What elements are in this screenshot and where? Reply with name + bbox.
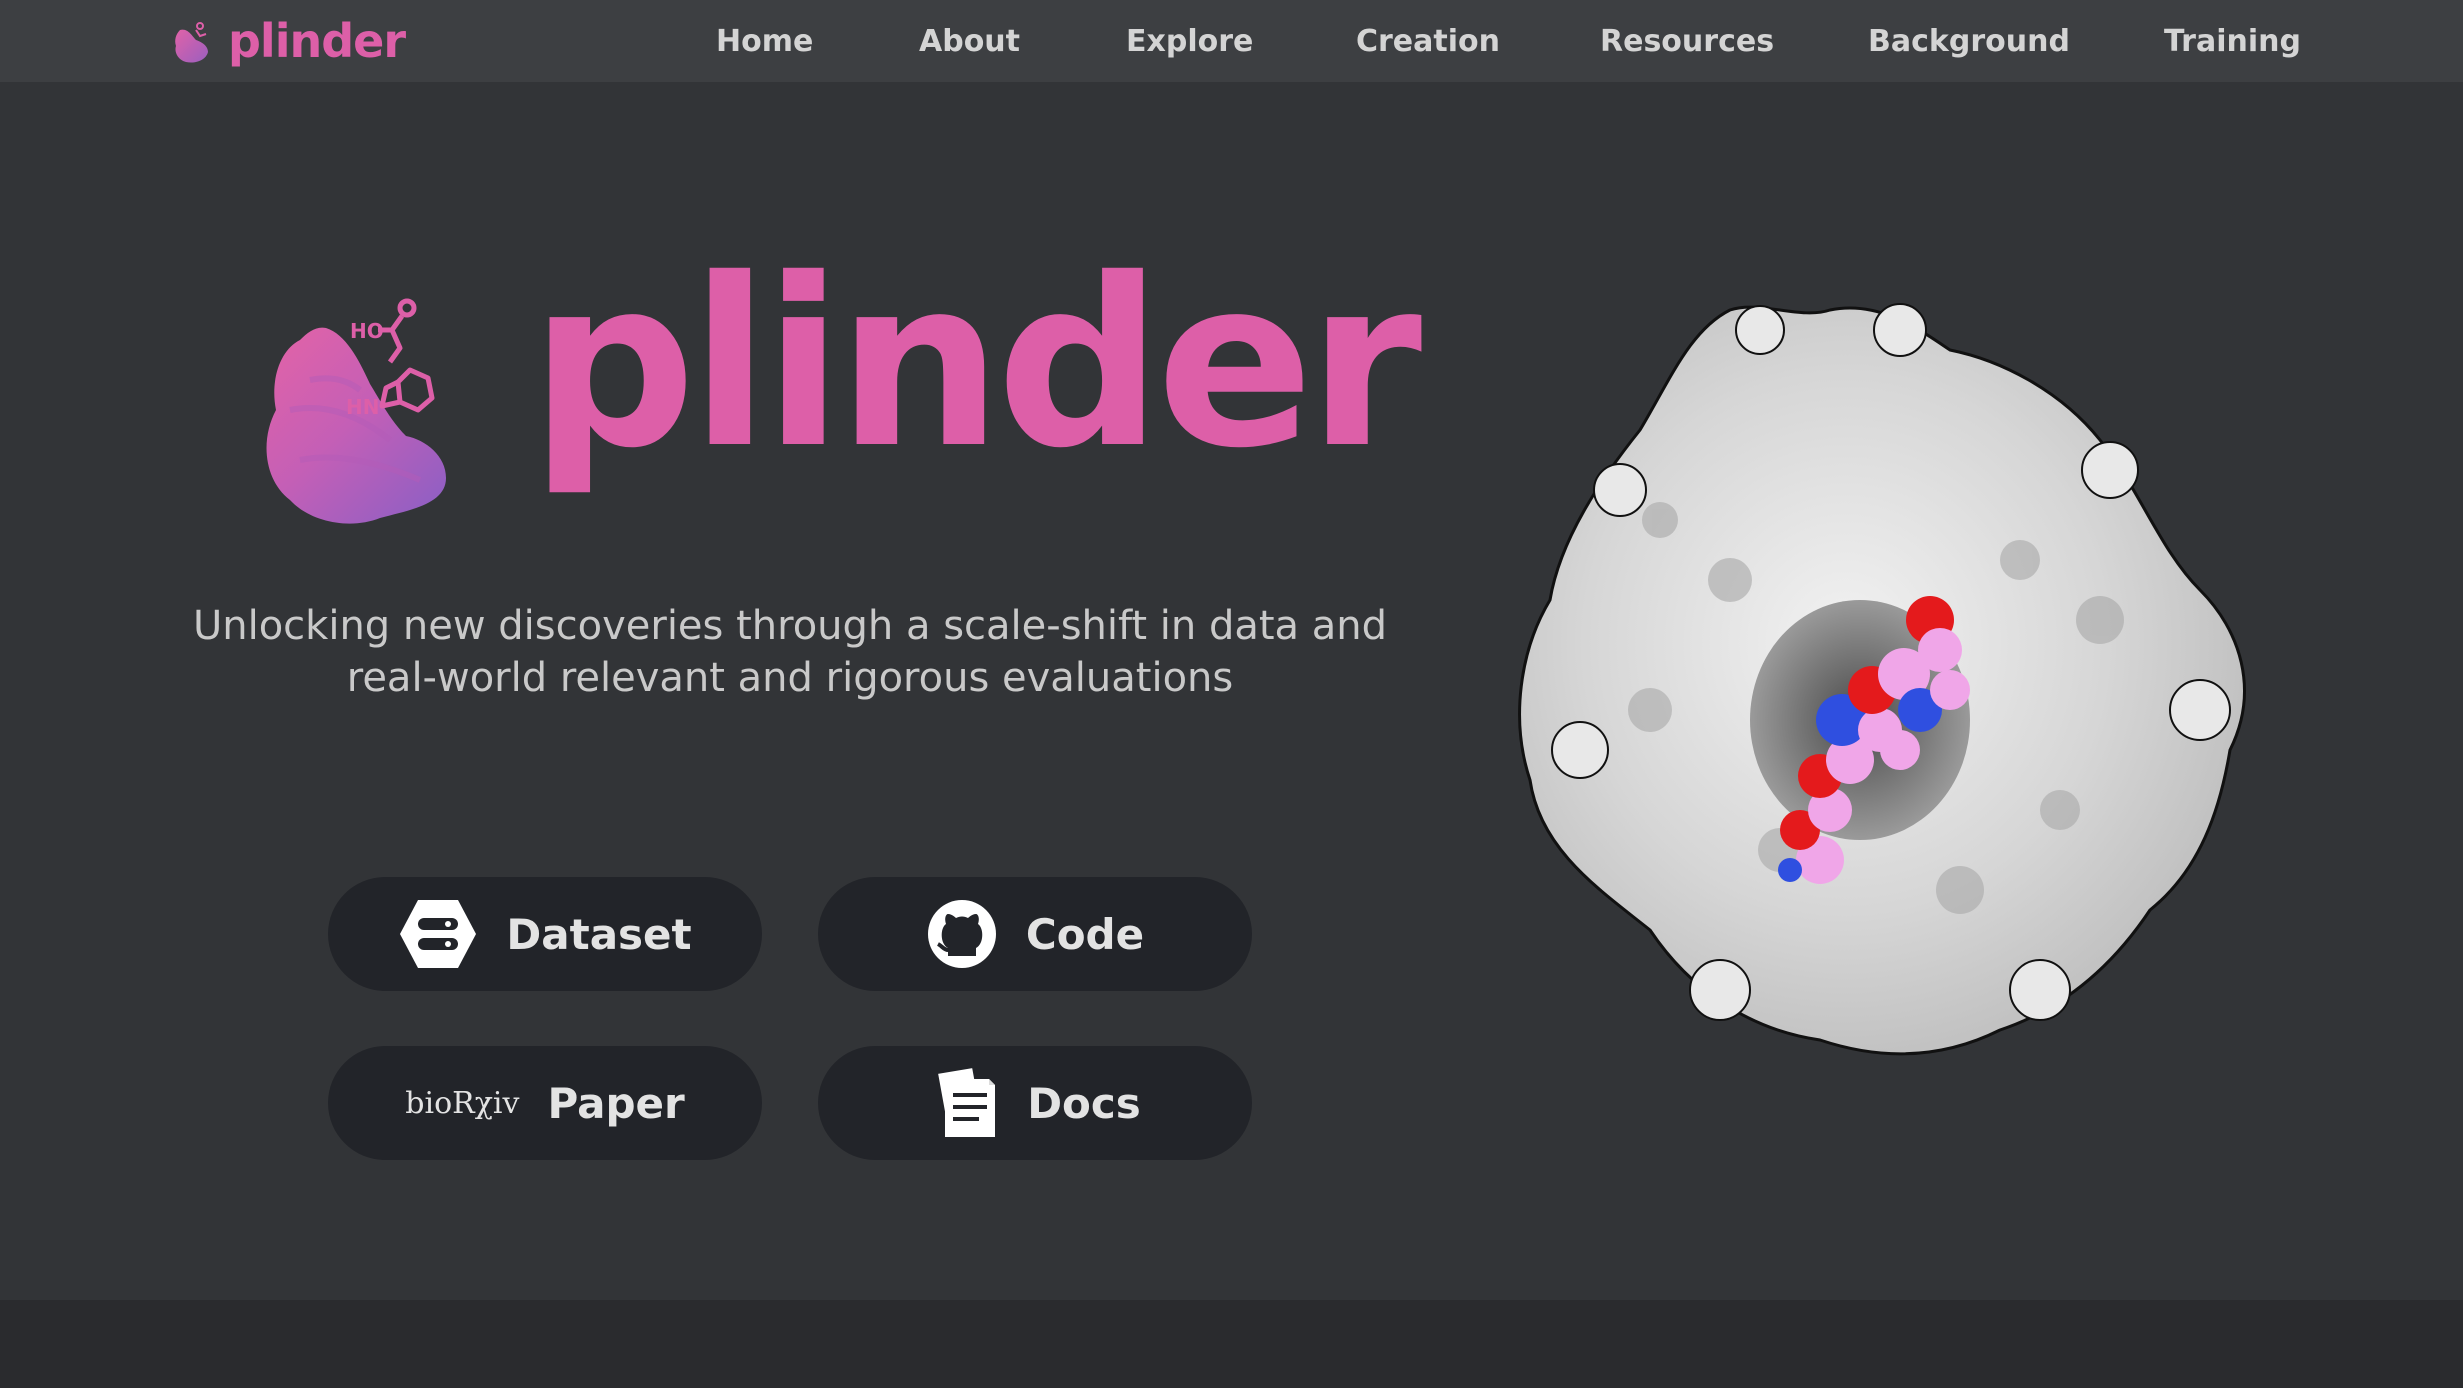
- svg-text:HN: HN: [346, 395, 379, 419]
- brand-name: plinder: [228, 14, 406, 68]
- database-icon: [400, 900, 477, 968]
- plinder-logo-icon: [175, 22, 208, 63]
- docs-label: Docs: [1027, 1078, 1141, 1128]
- tagline-line-1: Unlocking new discoveries through a scal…: [192, 603, 1388, 649]
- tagline-line-2: real-world relevant and rigorous evaluat…: [346, 655, 1234, 701]
- code-button[interactable]: Code: [818, 877, 1252, 991]
- hero-title: plinder: [530, 229, 1422, 499]
- svg-text:HO: HO: [350, 319, 384, 343]
- docs-button[interactable]: Docs: [818, 1046, 1252, 1160]
- top-navbar: plinder Home About Explore Creation Reso…: [0, 0, 2463, 82]
- nav-home[interactable]: Home: [716, 24, 813, 59]
- paper-button[interactable]: bioRχiv Paper: [328, 1046, 762, 1160]
- nav-resources[interactable]: Resources: [1600, 24, 1774, 59]
- nav-background[interactable]: Background: [1868, 24, 2070, 59]
- code-label: Code: [1025, 909, 1145, 959]
- brand-link[interactable]: plinder: [170, 8, 406, 74]
- github-icon: [927, 900, 996, 968]
- biorxiv-logo: bioRχiv: [405, 1085, 520, 1121]
- dataset-label: Dataset: [506, 909, 692, 959]
- dataset-button[interactable]: Dataset: [328, 877, 762, 991]
- nav-about[interactable]: About: [919, 24, 1020, 59]
- document-icon: [936, 1065, 996, 1137]
- footer-band: [0, 1300, 2463, 1388]
- nav-explore[interactable]: Explore: [1126, 24, 1253, 59]
- nav-creation[interactable]: Creation: [1356, 24, 1500, 59]
- plinder-hero-logo-icon: HO HN: [266, 298, 446, 524]
- hero-tagline: Unlocking new discoveries through a scal…: [170, 600, 1410, 704]
- protein-ligand-render: [1518, 303, 2246, 1056]
- paper-label: Paper: [547, 1078, 685, 1128]
- nav-training[interactable]: Training: [2164, 24, 2301, 59]
